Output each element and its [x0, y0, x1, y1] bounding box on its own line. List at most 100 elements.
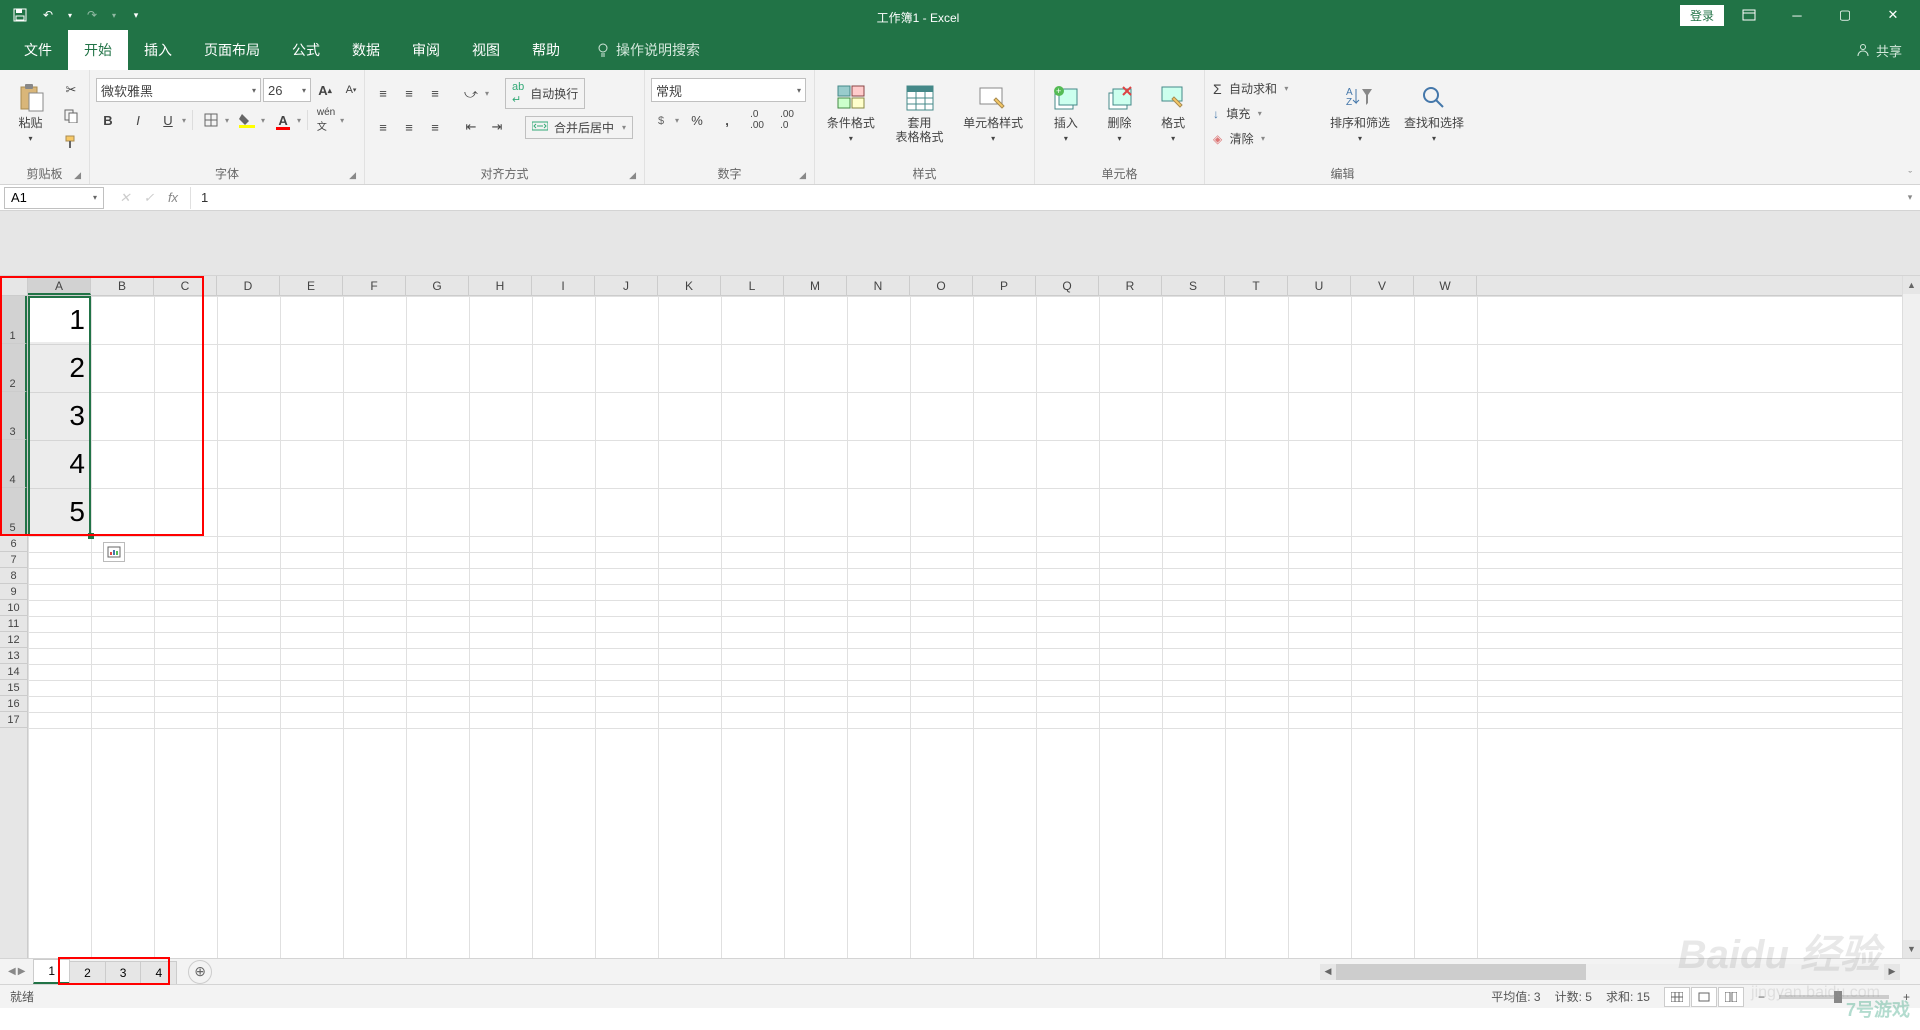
sheet-tab-2[interactable]: 2 [69, 961, 106, 984]
tab-help[interactable]: 帮助 [516, 30, 576, 70]
maximize-button[interactable]: ▢ [1822, 0, 1868, 30]
hscroll-thumb[interactable] [1336, 964, 1586, 980]
font-color-button[interactable]: A [271, 108, 295, 132]
fill-color-button[interactable] [235, 108, 259, 132]
tab-review[interactable]: 审阅 [396, 30, 456, 70]
tab-formulas[interactable]: 公式 [276, 30, 336, 70]
conditional-format-button[interactable]: 条件格式▾ [821, 74, 881, 152]
insert-function-button[interactable]: fx [162, 187, 184, 209]
row-header-2[interactable]: 2 [0, 344, 27, 392]
row-header-10[interactable]: 10 [0, 600, 27, 616]
enter-formula-button[interactable]: ✓ [138, 187, 160, 209]
cell-styles-button[interactable]: 单元格样式▾ [958, 74, 1028, 152]
tab-home[interactable]: 开始 [68, 30, 128, 70]
horizontal-scrollbar[interactable]: ◀ ▶ [1320, 964, 1900, 980]
tab-file[interactable]: 文件 [8, 30, 68, 70]
zoom-out-button[interactable]: − [1758, 990, 1765, 1004]
sheet-tab-4[interactable]: 4 [140, 961, 177, 984]
number-launcher-icon[interactable]: ◢ [799, 170, 806, 181]
tell-me-search[interactable]: 操作说明搜索 [576, 40, 700, 60]
undo-icon[interactable]: ↶ [36, 3, 60, 27]
scroll-right-button[interactable]: ▶ [1884, 966, 1900, 977]
tab-pagelayout[interactable]: 页面布局 [188, 30, 276, 70]
grow-font-button[interactable]: A▴ [313, 78, 337, 102]
column-header-E[interactable]: E [280, 276, 343, 295]
increase-indent-button[interactable]: ⇥ [485, 115, 509, 139]
cell-A2[interactable]: 2 [28, 344, 91, 392]
row-header-8[interactable]: 8 [0, 568, 27, 584]
column-header-K[interactable]: K [658, 276, 721, 295]
clipboard-launcher-icon[interactable]: ◢ [74, 170, 81, 181]
format-painter-button[interactable] [59, 130, 83, 154]
format-table-button[interactable]: 套用 表格格式 [885, 74, 955, 152]
align-left-button[interactable]: ≡ [371, 115, 395, 139]
row-header-5[interactable]: 5 [0, 488, 27, 536]
view-normal-button[interactable] [1664, 987, 1690, 1007]
scroll-down-button[interactable]: ▼ [1903, 940, 1920, 958]
vertical-scrollbar[interactable]: ▲ ▼ [1902, 276, 1920, 958]
decrease-decimal-button[interactable]: .00.0 [775, 108, 799, 132]
cell-A3[interactable]: 3 [28, 392, 91, 440]
column-header-A[interactable]: A [28, 276, 91, 295]
fill-handle[interactable] [88, 533, 94, 539]
undo-dropdown-icon[interactable]: ▾ [64, 3, 76, 27]
minimize-button[interactable]: ─ [1774, 0, 1820, 30]
row-header-9[interactable]: 9 [0, 584, 27, 600]
italic-button[interactable]: I [126, 108, 150, 132]
share-button[interactable]: 共享 [1856, 41, 1912, 60]
column-header-S[interactable]: S [1162, 276, 1225, 295]
shrink-font-button[interactable]: A▾ [339, 78, 363, 102]
redo-icon[interactable]: ↷ [80, 3, 104, 27]
formula-input[interactable]: 1 [191, 190, 1900, 205]
row-header-7[interactable]: 7 [0, 552, 27, 568]
zoom-slider[interactable] [1779, 995, 1889, 999]
number-format-combo[interactable]: 常规▾ [651, 78, 806, 102]
copy-button[interactable] [59, 104, 83, 128]
column-header-O[interactable]: O [910, 276, 973, 295]
cell-A1[interactable]: 1 [28, 296, 91, 344]
redo-dropdown-icon[interactable]: ▾ [108, 3, 120, 27]
sheet-tab-1[interactable]: 1 [33, 959, 70, 984]
underline-button[interactable]: U [156, 108, 180, 132]
row-header-1[interactable]: 1 [0, 296, 27, 344]
autosum-button[interactable]: Σ 自动求和 ▾ [1211, 78, 1321, 99]
column-header-N[interactable]: N [847, 276, 910, 295]
scroll-left-button[interactable]: ◀ [1320, 966, 1336, 977]
column-header-R[interactable]: R [1099, 276, 1162, 295]
accounting-button[interactable]: $ [651, 108, 675, 132]
merge-center-button[interactable]: 合并后居中 ▾ [525, 116, 633, 139]
save-icon[interactable] [8, 3, 32, 27]
row-header-12[interactable]: 12 [0, 632, 27, 648]
orientation-button[interactable]: ⤻ [459, 82, 483, 106]
font-size-combo[interactable]: 26▾ [263, 78, 311, 102]
align-top-button[interactable]: ≡ [371, 82, 395, 106]
row-header-16[interactable]: 16 [0, 696, 27, 712]
bold-button[interactable]: B [96, 108, 120, 132]
login-button[interactable]: 登录 [1680, 5, 1724, 26]
phonetic-button[interactable]: wén文 [314, 108, 338, 132]
cell-A5[interactable]: 5 [28, 488, 91, 536]
select-all-corner[interactable] [0, 276, 28, 296]
row-header-13[interactable]: 13 [0, 648, 27, 664]
cell-A4[interactable]: 4 [28, 440, 91, 488]
column-header-W[interactable]: W [1414, 276, 1477, 295]
view-pagelayout-button[interactable] [1691, 987, 1717, 1007]
find-select-button[interactable]: 查找和选择▾ [1399, 74, 1469, 152]
clear-button[interactable]: ◈ 清除 ▾ [1211, 128, 1321, 149]
row-header-3[interactable]: 3 [0, 392, 27, 440]
borders-button[interactable] [199, 108, 223, 132]
sheet-nav-next[interactable]: ▶ [18, 966, 26, 977]
scroll-up-button[interactable]: ▲ [1903, 276, 1920, 294]
zoom-in-button[interactable]: + [1903, 990, 1910, 1004]
tab-view[interactable]: 视图 [456, 30, 516, 70]
name-box[interactable]: A1▾ [4, 187, 104, 209]
column-header-D[interactable]: D [217, 276, 280, 295]
column-header-L[interactable]: L [721, 276, 784, 295]
row-header-11[interactable]: 11 [0, 616, 27, 632]
row-header-6[interactable]: 6 [0, 536, 27, 552]
align-middle-button[interactable]: ≡ [397, 82, 421, 106]
cells-area[interactable]: 12345 [28, 296, 1902, 958]
quick-analysis-button[interactable] [103, 542, 125, 562]
align-center-button[interactable]: ≡ [397, 115, 421, 139]
column-header-C[interactable]: C [154, 276, 217, 295]
